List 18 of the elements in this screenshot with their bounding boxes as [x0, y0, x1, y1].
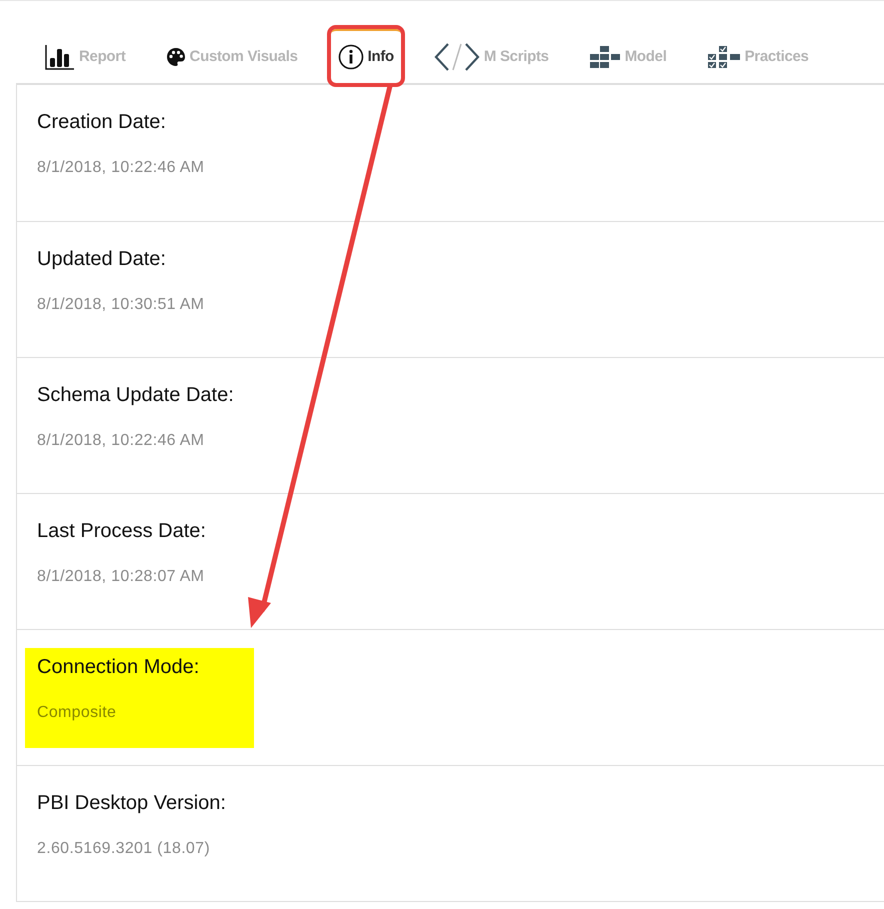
tab[interactable]: Info	[330, 29, 401, 83]
field-label: Updated Date:	[37, 247, 167, 272]
field-value: 8/1/2018, 10:22:46 AM	[37, 158, 206, 178]
field-label: Connection Mode:	[37, 655, 200, 680]
tab[interactable]: Custom Visuals	[158, 29, 305, 83]
field-value: 8/1/2018, 10:22:46 AM	[37, 431, 206, 451]
tab[interactable]: M Scripts	[426, 29, 556, 83]
field-value: 8/1/2018, 10:28:07 AM	[37, 567, 206, 587]
field-label: Schema Update Date:	[37, 383, 235, 408]
field-label: PBI Desktop Version:	[37, 791, 227, 816]
field-value: 2.60.5169.3201 (18.07)	[37, 839, 211, 859]
field-value: 8/1/2018, 10:30:51 AM	[37, 295, 206, 315]
tab[interactable]: Practices	[700, 29, 816, 83]
tab[interactable]: Model	[582, 29, 674, 83]
field-value: Composite	[37, 703, 118, 723]
tab[interactable]: Report	[38, 29, 133, 83]
field-label: Last Process Date:	[37, 519, 207, 544]
field-label: Creation Date:	[37, 110, 167, 135]
